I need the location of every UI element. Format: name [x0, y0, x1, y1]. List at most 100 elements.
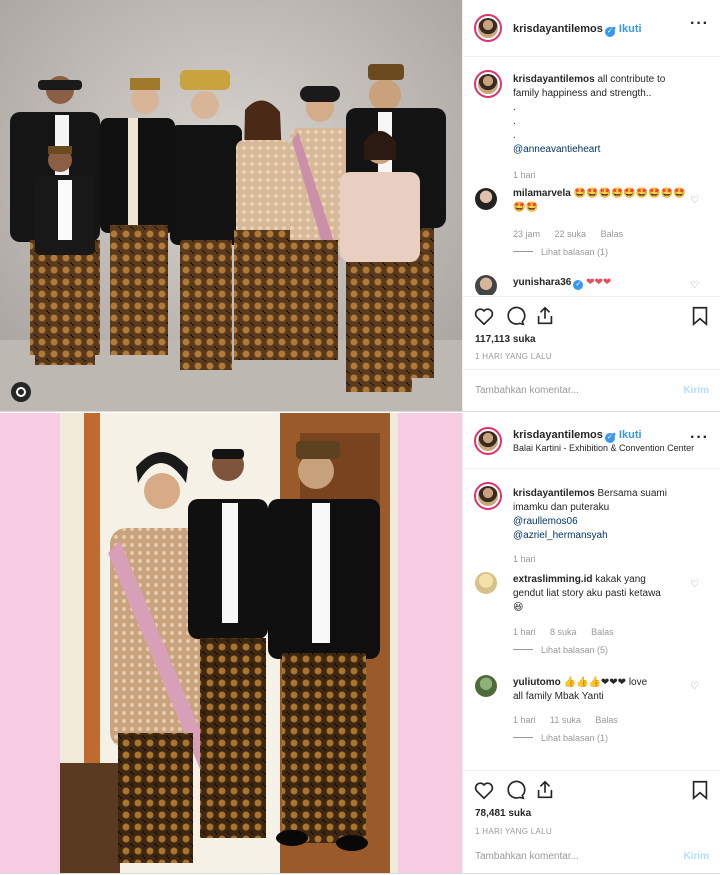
likes-count[interactable]: 117,113 suka: [475, 334, 536, 345]
more-options-icon[interactable]: ···: [690, 15, 709, 33]
mention-link[interactable]: @azriel_hermansyah: [513, 529, 713, 543]
post-time: 1 HARI YANG LALU: [475, 352, 552, 361]
comment-1: milamarvela 🤩🤩🤩🤩🤩🤩🤩🤩🤩🤩🤩: [513, 187, 693, 215]
heart-icon[interactable]: ♡: [690, 280, 699, 291]
caption-dot: .: [513, 116, 516, 127]
post-1-sidebar: krisdayantilemos ✓ • Ikuti ··· krisdayant…: [462, 0, 720, 411]
follow-button[interactable]: • Ikuti: [612, 23, 642, 35]
caption-username[interactable]: krisdayantilemos: [513, 74, 595, 85]
mention-link[interactable]: @anneavantieheart: [513, 143, 713, 157]
post-1-header: krisdayantilemos ✓ • Ikuti ···: [463, 0, 720, 57]
view-replies-button[interactable]: Lihat balasan (1): [513, 247, 608, 257]
post-1-username[interactable]: krisdayantilemos ✓: [513, 23, 615, 37]
comment-2-meta: 1 hari 11 suka Balas: [513, 715, 630, 725]
heart-icon[interactable]: ♡: [690, 681, 699, 692]
comment-time: 1 hari: [513, 715, 536, 725]
add-comment-bar: Tambahkan komentar... Kirim: [463, 369, 720, 413]
comment-text: kakak yang: [595, 574, 646, 585]
username-text[interactable]: krisdayantilemos: [513, 23, 603, 35]
add-comment-bar: Tambahkan komentar... Kirim: [463, 831, 720, 875]
heart-icon[interactable]: [473, 779, 495, 801]
comment-1-meta: 1 hari 8 suka Balas: [513, 627, 626, 637]
post-1: krisdayantilemos ✓ • Ikuti ··· krisdayant…: [0, 0, 720, 412]
comment-input[interactable]: Tambahkan komentar...: [475, 385, 579, 396]
family-group-photo: [0, 0, 462, 411]
comment-likes[interactable]: 8 suka: [550, 627, 577, 637]
caption-text-2: imamku dan puteraku: [513, 502, 610, 513]
follow-label[interactable]: Ikuti: [619, 23, 642, 35]
post-comment-button[interactable]: Kirim: [683, 385, 709, 396]
post-1-photo[interactable]: [0, 0, 462, 411]
heart-icon[interactable]: ♡: [690, 195, 699, 206]
comment-likes[interactable]: 11 suka: [550, 715, 581, 725]
follow-label[interactable]: Ikuti: [619, 429, 642, 441]
comment-text: ❤❤❤: [586, 277, 612, 288]
comment-1-meta: 23 jam 22 suka Balas: [513, 229, 635, 239]
comment-emoji: 😆: [513, 602, 524, 613]
bookmark-icon[interactable]: [689, 305, 711, 327]
comment-1: extraslimming.id kakak yang gendut liat …: [513, 573, 693, 615]
heart-icon[interactable]: [473, 305, 495, 327]
post-2-comments: krisdayantilemos Bersama suami imamku da…: [463, 469, 720, 767]
view-replies-button[interactable]: Lihat balasan (1): [513, 733, 608, 743]
avatar[interactable]: [475, 675, 497, 697]
comment-username[interactable]: extraslimming.id: [513, 574, 592, 585]
view-replies-button[interactable]: Lihat balasan (5): [513, 645, 608, 655]
comment-icon[interactable]: [504, 779, 526, 801]
caption-text-1: all contribute to: [597, 74, 666, 85]
username-text[interactable]: krisdayantilemos: [513, 429, 603, 441]
caption-dot: .: [513, 130, 516, 141]
likes-count[interactable]: 78,481 suka: [475, 808, 531, 819]
location-link[interactable]: Balai Kartini - Exhibition & Convention …: [513, 443, 694, 453]
caption-text-1: Bersama suami: [597, 488, 667, 499]
avatar[interactable]: [474, 427, 502, 455]
follow-button[interactable]: • Ikuti: [612, 429, 642, 441]
comment-username[interactable]: milamarvela: [513, 188, 571, 199]
post-2-actions: [463, 770, 720, 810]
comment-text: 👍👍👍❤❤❤ love: [563, 677, 648, 688]
avatar[interactable]: [474, 14, 502, 42]
caption: krisdayantilemos all contribute to famil…: [513, 73, 713, 157]
caption-text-2: family happiness and strength..: [513, 88, 652, 99]
avatar[interactable]: [475, 275, 497, 295]
caption-avatar[interactable]: [474, 482, 502, 510]
caption-time: 1 hari: [513, 554, 536, 564]
comment-2: yuliutomo 👍👍👍❤❤❤ love all family Mbak Ya…: [513, 676, 693, 704]
comment-username[interactable]: yuliutomo: [513, 677, 561, 688]
caption-dot: .: [513, 102, 516, 113]
comment-input[interactable]: Tambahkan komentar...: [475, 851, 579, 862]
mention-link[interactable]: @raullemos06: [513, 515, 713, 529]
caption-username[interactable]: krisdayantilemos: [513, 488, 595, 499]
share-icon[interactable]: [534, 779, 556, 801]
post-comment-button[interactable]: Kirim: [683, 851, 709, 862]
share-icon[interactable]: [534, 305, 556, 327]
caption-avatar[interactable]: [474, 70, 502, 98]
avatar[interactable]: [475, 572, 497, 594]
post-2-header: krisdayantilemos ✓ • Ikuti Balai Kartini …: [463, 413, 720, 469]
comment-2: yunishara36 ✓ ❤❤❤: [513, 276, 693, 290]
caption: krisdayantilemos Bersama suami imamku da…: [513, 487, 713, 543]
post-1-comments: krisdayantilemos all contribute to famil…: [463, 57, 720, 295]
post-2: krisdayantilemos ✓ • Ikuti Balai Kartini …: [0, 413, 720, 874]
post-2-photo[interactable]: [0, 413, 462, 873]
avatar[interactable]: [475, 188, 497, 210]
post-2-sidebar: krisdayantilemos ✓ • Ikuti Balai Kartini …: [462, 413, 720, 873]
reply-button[interactable]: Balas: [591, 627, 614, 637]
comment-text: all family Mbak Yanti: [513, 691, 604, 702]
comment-likes[interactable]: 22 suka: [555, 229, 587, 239]
comment-icon[interactable]: [504, 305, 526, 327]
comment-time: 1 hari: [513, 627, 536, 637]
post-1-actions: [463, 296, 720, 336]
family-trio-photo: [0, 413, 462, 873]
bookmark-icon[interactable]: [689, 779, 711, 801]
heart-icon[interactable]: ♡: [690, 579, 699, 590]
comment-username[interactable]: yunishara36: [513, 277, 571, 288]
caption-time: 1 hari: [513, 170, 536, 180]
comment-text: gendut liat story aku pasti ketawa: [513, 588, 661, 599]
comment-time: 23 jam: [513, 229, 541, 239]
carousel-icon[interactable]: [11, 382, 31, 402]
post-2-username[interactable]: krisdayantilemos ✓: [513, 429, 615, 443]
reply-button[interactable]: Balas: [601, 229, 624, 239]
reply-button[interactable]: Balas: [595, 715, 618, 725]
more-options-icon[interactable]: ···: [690, 429, 709, 447]
